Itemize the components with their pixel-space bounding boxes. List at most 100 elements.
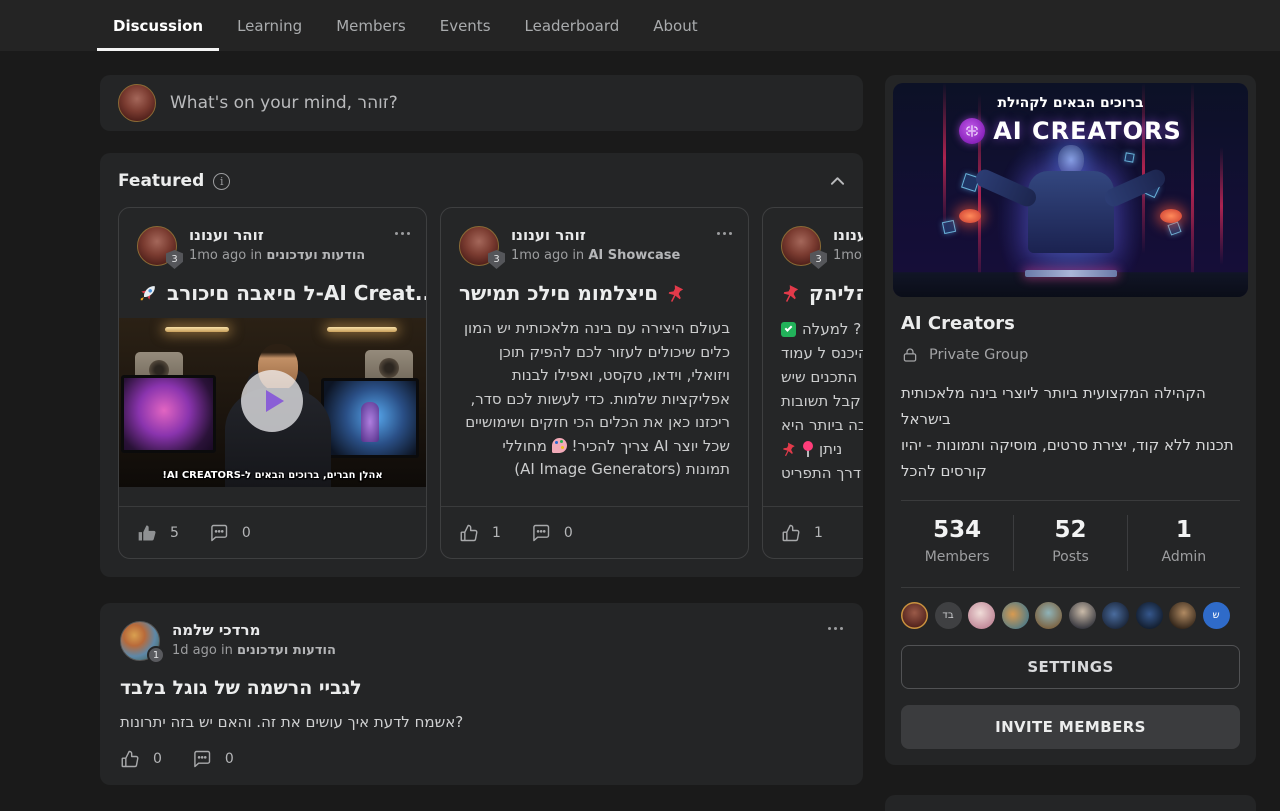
- author-name[interactable]: זוהר וענונו: [189, 226, 365, 244]
- member-avatar[interactable]: [1169, 602, 1196, 629]
- invite-members-button[interactable]: INVITE MEMBERS: [901, 705, 1240, 749]
- group-card: ברוכים הבאים לקהילת AI CREATORS AI Creat…: [885, 75, 1256, 765]
- chevron-up-icon: [830, 176, 845, 186]
- author-name[interactable]: זוהר וענונו: [511, 226, 680, 244]
- stat-members[interactable]: 534 Members: [901, 515, 1013, 571]
- ellipsis-menu-icon[interactable]: [717, 226, 732, 266]
- featured-card-community[interactable]: 3 זוהר וענונו 1mo ago in הודעות ועדכונים…: [762, 207, 863, 559]
- collapse-featured-button[interactable]: [830, 176, 845, 186]
- composer-prompt: What's on your mind, זוהר?: [170, 93, 398, 113]
- like-button[interactable]: 1: [781, 523, 823, 543]
- comment-icon: [531, 523, 551, 543]
- comment-button[interactable]: 0: [209, 523, 251, 543]
- post-meta: 1d ago in: [172, 643, 237, 658]
- tab-members[interactable]: Members: [320, 0, 422, 51]
- thumb-up-icon: [781, 523, 801, 543]
- ellipsis-menu-icon[interactable]: [828, 621, 843, 661]
- featured-card-tools[interactable]: 3 זוהר וענונו 1mo ago in AI Showcase רשי…: [440, 207, 749, 559]
- pushpin-icon: [781, 283, 801, 303]
- group-name: AI Creators: [901, 313, 1240, 334]
- studio-light: [165, 327, 229, 332]
- comment-count: 0: [242, 525, 251, 541]
- comment-count: 0: [225, 751, 234, 767]
- monitor-right: [321, 378, 419, 458]
- member-avatar[interactable]: [1069, 602, 1096, 629]
- ellipsis-menu-icon[interactable]: [395, 226, 410, 266]
- avatar[interactable]: 3: [781, 226, 821, 266]
- comment-button[interactable]: 0: [531, 523, 573, 543]
- avatar[interactable]: 3: [459, 226, 499, 266]
- pushpin-icon: [666, 283, 686, 303]
- author-name[interactable]: מרדכי שלמה: [172, 621, 336, 639]
- author-name[interactable]: זוהר וענונו: [833, 226, 863, 244]
- tab-events[interactable]: Events: [424, 0, 507, 51]
- group-sidebar: ברוכים הבאים לקהילת AI CREATORS AI Creat…: [885, 75, 1256, 811]
- tab-discussion[interactable]: Discussion: [97, 0, 219, 51]
- level-badge: 3: [810, 250, 827, 269]
- monitor-left: [121, 375, 216, 453]
- comment-button[interactable]: 0: [192, 749, 234, 769]
- palette-icon: [552, 438, 567, 453]
- info-icon[interactable]: i: [213, 173, 230, 190]
- group-banner[interactable]: ברוכים הבאים לקהילת AI CREATORS: [893, 83, 1248, 297]
- member-avatar[interactable]: [1136, 602, 1163, 629]
- member-avatar[interactable]: [1035, 602, 1062, 629]
- video-caption: אהלן חברים, ברוכים הבאים ל-AI CREATORS!: [119, 470, 426, 481]
- like-button[interactable]: 0: [120, 749, 162, 769]
- play-button[interactable]: [241, 370, 303, 432]
- level-badge: 3: [166, 250, 183, 269]
- play-icon: [266, 390, 284, 412]
- thumb-up-icon: [120, 749, 140, 769]
- post-title: ברוכים הבאים ל-AI Creat...: [167, 281, 426, 305]
- studio-light: [327, 327, 397, 332]
- post-title: רשימת כלים מומלצים: [459, 281, 658, 305]
- like-count: 1: [492, 525, 501, 541]
- member-avatar[interactable]: בד: [935, 602, 962, 629]
- member-avatar[interactable]: [1002, 602, 1029, 629]
- leaderboard-card: Leaderboard (30-days): [885, 795, 1256, 811]
- featured-title: Featured: [118, 171, 204, 191]
- tab-leaderboard[interactable]: Leaderboard: [509, 0, 636, 51]
- video-thumbnail[interactable]: אהלן חברים, ברוכים הבאים ל-AI CREATORS!: [119, 318, 426, 487]
- level-badge: 3: [488, 250, 505, 269]
- featured-cards-row[interactable]: 3 זוהר וענונו 1mo ago in הודעות ועדכונים…: [118, 207, 863, 559]
- post-body: למעלה ? היכנס ל עמוד התכנים שיש קבל תשוב…: [763, 317, 863, 506]
- member-avatar[interactable]: [1102, 602, 1129, 629]
- member-avatar[interactable]: [968, 602, 995, 629]
- post-composer[interactable]: What's on your mind, זוהר?: [100, 75, 863, 131]
- member-avatar[interactable]: ש: [1203, 602, 1230, 629]
- tab-about[interactable]: About: [637, 0, 713, 51]
- tab-learning[interactable]: Learning: [221, 0, 318, 51]
- member-avatar[interactable]: [901, 602, 928, 629]
- banner-welcome-text: ברוכים הבאים לקהילת: [893, 95, 1248, 111]
- brain-icon: [959, 118, 985, 144]
- current-user-avatar: [118, 84, 156, 122]
- privacy-label: Private Group: [929, 347, 1028, 363]
- post-category: AI Showcase: [588, 248, 680, 263]
- stat-posts[interactable]: 52 Posts: [1013, 515, 1126, 571]
- comment-icon: [192, 749, 212, 769]
- rocket-icon: [137, 282, 159, 304]
- post-title: קהילה: [809, 281, 863, 305]
- featured-card-welcome[interactable]: 3 זוהר וענונו 1mo ago in הודעות ועדכונים…: [118, 207, 427, 559]
- like-count: 0: [153, 751, 162, 767]
- post-category: הודעות ועדכונים: [266, 248, 365, 263]
- thumb-up-filled-icon: [137, 523, 157, 543]
- avatar[interactable]: 3: [137, 226, 177, 266]
- settings-button[interactable]: SETTINGS: [901, 645, 1240, 689]
- post-title[interactable]: לגביי הרשמה של גוגל בלבד: [120, 677, 843, 699]
- avatar[interactable]: 1: [120, 621, 160, 661]
- comment-icon: [209, 523, 229, 543]
- stat-admin[interactable]: 1 Admin: [1127, 515, 1240, 571]
- divider: [901, 500, 1240, 501]
- post-google-signup[interactable]: 1 מרדכי שלמה 1d ago in הודעות ועדכונים ל…: [100, 603, 863, 785]
- post-body: אשמח לדעת איך עושים את זה. והאם יש בזה י…: [120, 713, 843, 731]
- group-stats: 534 Members 52 Posts 1 Admin: [885, 515, 1256, 571]
- like-button[interactable]: 5: [137, 523, 179, 543]
- thumb-up-icon: [459, 523, 479, 543]
- divider: [901, 587, 1240, 588]
- post-meta: 1mo ago in: [833, 248, 863, 263]
- level-badge: 1: [147, 646, 165, 664]
- like-button[interactable]: 1: [459, 523, 501, 543]
- check-icon: [781, 322, 796, 337]
